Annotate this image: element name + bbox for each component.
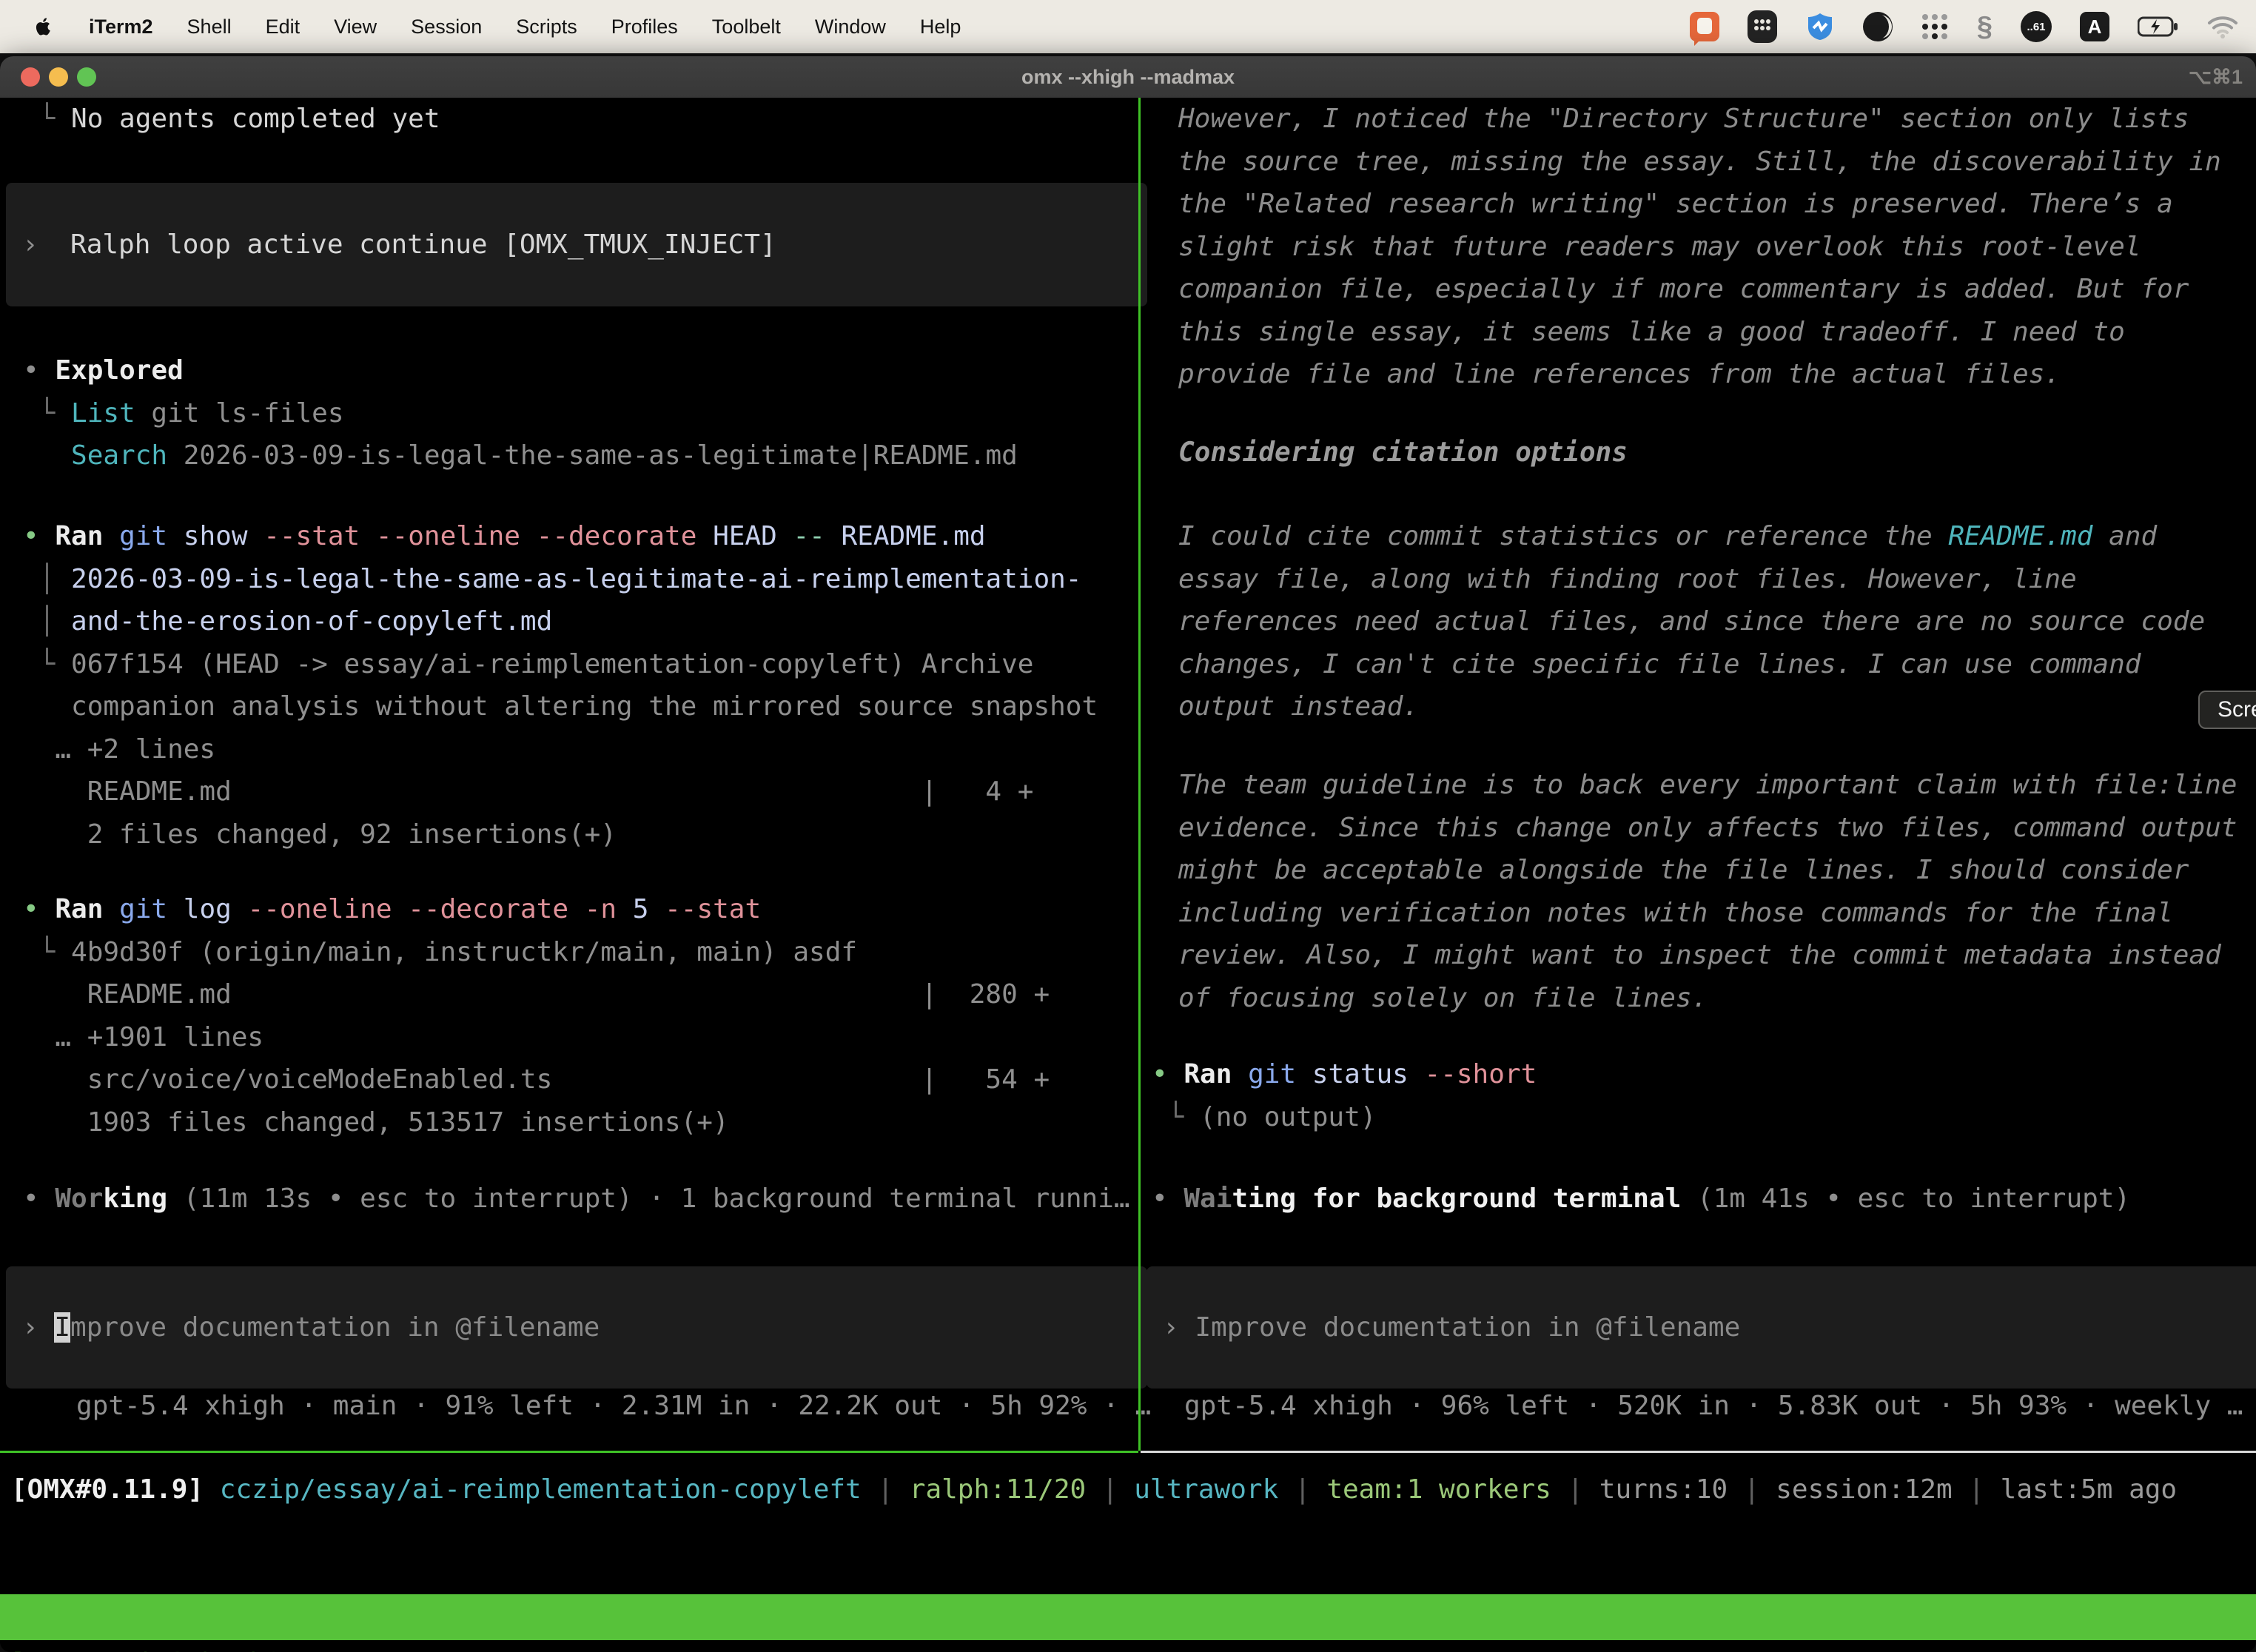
pane-divider-bottom-left xyxy=(0,1451,1138,1453)
omx-status-line: [OMX#0.11.9] cczip/essay/ai-reimplementa… xyxy=(11,1468,2177,1511)
git-log-command-block: • Ran git log --oneline --decorate -n 5 … xyxy=(23,888,1050,1144)
menu-item-window[interactable]: Window xyxy=(815,16,886,38)
crescent-icon[interactable] xyxy=(1863,12,1893,41)
menu-item-scripts[interactable]: Scripts xyxy=(516,16,577,38)
close-button[interactable] xyxy=(21,67,40,87)
ralph-loop-banner: › Ralph loop active continue [OMX_TMUX_I… xyxy=(6,183,1147,306)
keypad-icon[interactable] xyxy=(1748,10,1777,43)
window-titlebar[interactable]: omx --xhigh --madmax ⌥⌘1 xyxy=(0,56,2256,98)
iterm2-window: omx --xhigh --madmax ⌥⌘1 └ No agents com… xyxy=(0,56,2256,1652)
menu-item-help[interactable]: Help xyxy=(920,16,961,38)
menu-item-profiles[interactable]: Profiles xyxy=(611,16,678,38)
prompt-input-right[interactable]: › Improve documentation in @filename xyxy=(1147,1266,2256,1389)
session-status-left: gpt-5.4 xhigh · main · 91% left · 2.31M … xyxy=(76,1385,1151,1428)
gauge-icon[interactable]: ..61 xyxy=(2021,11,2052,42)
reasoning-heading: Considering citation options xyxy=(1178,432,1628,474)
tmux-session-label: [omx-cczip0:bash* xyxy=(9,1640,281,1652)
minimize-button[interactable] xyxy=(49,67,68,87)
reasoning-paragraph-3: The team guideline is to back every impo… xyxy=(1178,764,2237,1019)
tmux-status-bar: [omx-cczip0:bash* "MacBook-Pro-44.local"… xyxy=(0,1594,2256,1640)
menu-item-view[interactable]: View xyxy=(334,16,377,38)
shield-network-icon[interactable] xyxy=(1805,12,1835,41)
git-status-command-block: • Ran git status --short └ (no output) xyxy=(1152,1053,1537,1138)
dots-grid-icon[interactable] xyxy=(1921,13,1949,41)
menu-item-session[interactable]: Session xyxy=(411,16,482,38)
prompt-input-right-text: › Improve documentation in @filename xyxy=(1163,1306,1740,1349)
menu-bar: iTerm2 Shell Edit View Session Scripts P… xyxy=(0,0,2256,53)
git-show-command-block: • Ran git show --stat --oneline --decora… xyxy=(23,515,1098,856)
reasoning-paragraph-2: I could cite commit statistics or refere… xyxy=(1178,515,2205,728)
wifi-icon[interactable] xyxy=(2207,15,2238,38)
session-status-right: gpt-5.4 xhigh · 96% left · 520K in · 5.8… xyxy=(1184,1385,2243,1428)
menu-item-shell[interactable]: Shell xyxy=(187,16,232,38)
ralph-loop-banner-text: › Ralph loop active continue [OMX_TMUX_I… xyxy=(22,224,776,266)
prompt-input-left[interactable]: › Improve documentation in @filename xyxy=(6,1266,1147,1389)
waiting-status-line: • Waiting for background terminal (1m 41… xyxy=(1152,1178,2130,1220)
squiggle-icon[interactable]: § xyxy=(1977,11,1993,43)
agents-status-line: └ No agents completed yet xyxy=(23,98,440,141)
screen-share-icon[interactable] xyxy=(1690,12,1719,41)
input-source-icon[interactable]: A xyxy=(2080,12,2109,41)
battery-icon[interactable] xyxy=(2138,16,2179,37)
menu-item-toolbelt[interactable]: Toolbelt xyxy=(712,16,781,38)
window-title: omx --xhigh --madmax xyxy=(1021,66,1235,89)
terminal-content[interactable]: └ No agents completed yet › Ralph loop a… xyxy=(0,98,2256,1652)
pane-divider-vertical[interactable] xyxy=(1138,98,1141,1451)
working-status-line: • Working (11m 13s • esc to interrupt) ·… xyxy=(23,1178,1130,1220)
apple-menu-icon[interactable] xyxy=(33,13,55,40)
window-shortcut-badge: ⌥⌘1 xyxy=(2189,66,2243,89)
screen-overlay-button[interactable]: Scre xyxy=(2198,691,2256,729)
zoom-button[interactable] xyxy=(77,67,96,87)
menu-item-edit[interactable]: Edit xyxy=(266,16,301,38)
pane-divider-bottom-right xyxy=(1141,1451,2256,1453)
menu-item-iterm2[interactable]: iTerm2 xyxy=(89,16,153,38)
explored-section: • Explored └ List git ls-files Search 20… xyxy=(23,349,1018,477)
reasoning-paragraph-1: However, I noticed the "Directory Struct… xyxy=(1178,98,2221,396)
prompt-input-left-text: › Improve documentation in @filename xyxy=(22,1306,600,1349)
